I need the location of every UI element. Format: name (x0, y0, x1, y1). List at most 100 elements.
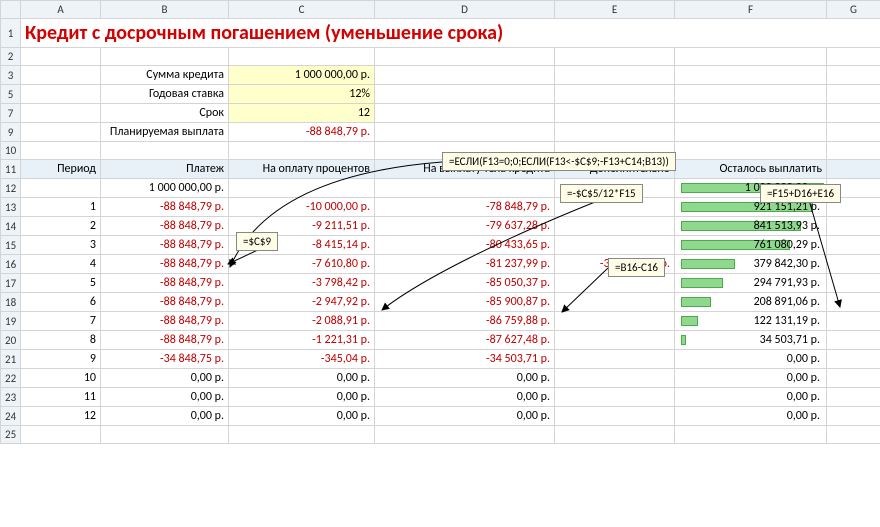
plan-label[interactable]: Планируемая выплата (101, 123, 229, 142)
period-cell[interactable]: 5 (21, 274, 101, 293)
interest-cell[interactable]: -7 610,80 р. (229, 255, 375, 274)
col-header[interactable]: F (675, 1, 827, 19)
interest-cell[interactable]: -3 798,42 р. (229, 274, 375, 293)
term-label[interactable]: Срок (101, 104, 229, 123)
interest-cell[interactable]: 0,00 р. (229, 369, 375, 388)
balance-cell[interactable]: 0,00 р. (675, 350, 827, 369)
balance-cell[interactable]: 0,00 р. (675, 369, 827, 388)
principal-cell[interactable]: -80 433,65 р. (375, 236, 555, 255)
payment-cell[interactable]: 0,00 р. (101, 407, 229, 426)
hdr-period[interactable]: Период (21, 160, 101, 179)
period-cell[interactable]: 9 (21, 350, 101, 369)
extra-cell[interactable] (555, 388, 675, 407)
row-header[interactable]: 5 (1, 85, 21, 104)
balance-cell[interactable]: 122 131,19 р. (675, 312, 827, 331)
row-header[interactable]: 10 (1, 142, 21, 160)
extra-cell[interactable] (555, 312, 675, 331)
interest-cell[interactable]: -2 088,91 р. (229, 312, 375, 331)
extra-cell[interactable] (555, 331, 675, 350)
payment-cell[interactable]: 0,00 р. (101, 388, 229, 407)
row-header[interactable]: 16 (1, 255, 21, 274)
period-cell[interactable]: 11 (21, 388, 101, 407)
extra-cell[interactable] (555, 236, 675, 255)
col-header[interactable]: C (229, 1, 375, 19)
row-header[interactable]: 19 (1, 312, 21, 331)
row-header[interactable]: 24 (1, 407, 21, 426)
payment-cell[interactable]: -88 848,79 р. (101, 312, 229, 331)
col-header[interactable]: E (555, 1, 675, 19)
title-cell[interactable]: Кредит с досрочным погашением (уменьшени… (21, 19, 880, 48)
payment-cell[interactable]: -88 848,79 р. (101, 236, 229, 255)
interest-cell[interactable]: 0,00 р. (229, 407, 375, 426)
period-cell[interactable]: 7 (21, 312, 101, 331)
balance-cell[interactable]: 294 791,93 р. (675, 274, 827, 293)
period-cell[interactable]: 2 (21, 217, 101, 236)
balance-cell[interactable]: 0,00 р. (675, 388, 827, 407)
col-header[interactable]: D (375, 1, 555, 19)
row-header[interactable]: 11 (1, 160, 21, 179)
period-cell[interactable] (21, 179, 101, 198)
row-header[interactable]: 9 (1, 123, 21, 142)
extra-cell[interactable] (555, 350, 675, 369)
row-header[interactable]: 15 (1, 236, 21, 255)
row-header[interactable]: 14 (1, 217, 21, 236)
interest-cell[interactable]: -1 221,31 р. (229, 331, 375, 350)
principal-cell[interactable]: -34 503,71 р. (375, 350, 555, 369)
row-header[interactable]: 12 (1, 179, 21, 198)
principal-cell[interactable] (375, 179, 555, 198)
sum-label[interactable]: Сумма кредита (101, 66, 229, 85)
principal-cell[interactable]: 0,00 р. (375, 388, 555, 407)
payment-cell[interactable]: -88 848,79 р. (101, 293, 229, 312)
principal-cell[interactable]: -79 637,28 р. (375, 217, 555, 236)
row-header[interactable]: 21 (1, 350, 21, 369)
interest-cell[interactable]: -2 947,92 р. (229, 293, 375, 312)
principal-cell[interactable]: -78 848,79 р. (375, 198, 555, 217)
plan-value[interactable]: -88 848,79 р. (229, 123, 375, 142)
period-cell[interactable]: 3 (21, 236, 101, 255)
term-value[interactable]: 12 (229, 104, 375, 123)
period-cell[interactable]: 6 (21, 293, 101, 312)
balance-cell[interactable]: 0,00 р. (675, 407, 827, 426)
extra-cell[interactable] (555, 217, 675, 236)
extra-cell[interactable] (555, 407, 675, 426)
interest-cell[interactable] (229, 179, 375, 198)
balance-cell[interactable]: 208 891,06 р. (675, 293, 827, 312)
balance-cell[interactable]: 34 503,71 р. (675, 331, 827, 350)
row-header[interactable]: 2 (1, 48, 21, 66)
period-cell[interactable]: 10 (21, 369, 101, 388)
row-header[interactable]: 13 (1, 198, 21, 217)
period-cell[interactable]: 12 (21, 407, 101, 426)
row-header[interactable]: 18 (1, 293, 21, 312)
interest-cell[interactable]: 0,00 р. (229, 388, 375, 407)
principal-cell[interactable]: -85 050,37 р. (375, 274, 555, 293)
row-header[interactable]: 1 (1, 19, 21, 48)
balance-cell[interactable]: 841 513,93 р. (675, 217, 827, 236)
interest-cell[interactable]: -10 000,00 р. (229, 198, 375, 217)
principal-cell[interactable]: 0,00 р. (375, 369, 555, 388)
row-header[interactable]: 17 (1, 274, 21, 293)
row-header[interactable]: 20 (1, 331, 21, 350)
hdr-balance[interactable]: Осталось выплатить (675, 160, 827, 179)
col-header[interactable]: G (827, 1, 880, 19)
balance-cell[interactable]: 379 842,30 р. (675, 255, 827, 274)
extra-cell[interactable] (555, 293, 675, 312)
payment-cell[interactable]: -88 848,79 р. (101, 198, 229, 217)
hdr-payment[interactable]: Платеж (101, 160, 229, 179)
period-cell[interactable]: 4 (21, 255, 101, 274)
extra-cell[interactable] (555, 369, 675, 388)
spreadsheet-grid[interactable]: A B C D E F G 1 Кредит с досрочным погаш… (0, 0, 880, 444)
row-header[interactable]: 22 (1, 369, 21, 388)
payment-cell[interactable]: -88 848,79 р. (101, 217, 229, 236)
row-header[interactable]: 23 (1, 388, 21, 407)
principal-cell[interactable]: -85 900,87 р. (375, 293, 555, 312)
balance-cell[interactable]: 761 080,29 р. (675, 236, 827, 255)
principal-cell[interactable]: -87 627,48 р. (375, 331, 555, 350)
payment-cell[interactable]: 0,00 р. (101, 369, 229, 388)
sum-value[interactable]: 1 000 000,00 р. (229, 66, 375, 85)
payment-cell[interactable]: -88 848,79 р. (101, 255, 229, 274)
payment-cell[interactable]: -88 848,79 р. (101, 274, 229, 293)
period-cell[interactable]: 8 (21, 331, 101, 350)
row-header[interactable]: 3 (1, 66, 21, 85)
hdr-interest[interactable]: На оплату процентов (229, 160, 375, 179)
col-header[interactable]: A (21, 1, 101, 19)
